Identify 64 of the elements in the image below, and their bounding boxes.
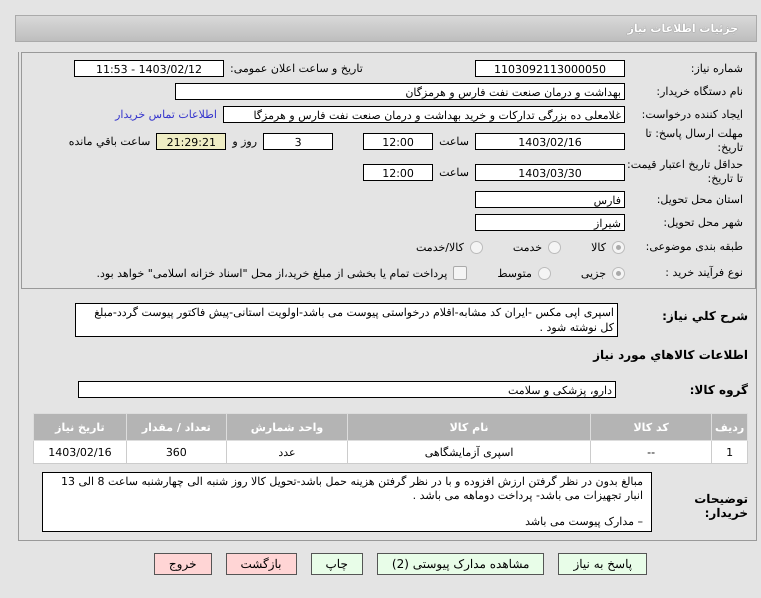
notes-label: توضیحات خریدار:: [693, 491, 749, 520]
goods-group-field: دارو، پزشکی و سلامت: [78, 381, 616, 398]
action-button[interactable]: چاپ: [310, 553, 363, 575]
table-cell: اسپری آزمایشگاهی: [348, 440, 590, 464]
announce-date-field: 1403/02/12 - 11:53: [74, 60, 224, 77]
column-header: کد کالا: [590, 414, 712, 440]
checkbox[interactable]: [453, 266, 468, 280]
action-button[interactable]: مشاهده مدارک پیوستی (2): [376, 553, 544, 575]
buyer-name-field: بهداشت و درمان صنعت نفت فارس و هرمزگان: [175, 83, 625, 100]
notes-text-area[interactable]: مبالغ بدون در نظر گرفتن ارزش افزوده و با در نظر گرفتن هزینه حمل باشد-تحویل کالا روز شنبه الی چهارشنبه ساعت 8 الی 13 انبار تجهیزات می باشد- پرداخت دوماهه می باشد . – مدارک پیوست می باشد: [42, 472, 652, 532]
table-cell: عدد: [226, 440, 348, 464]
buyer-contact-link[interactable]: اطلاعات تماس خریدار: [115, 108, 223, 121]
section-title: اطلاعات کالاهاي مورد نیاز: [593, 348, 749, 362]
radio-label: جزیی: [580, 266, 606, 280]
countdown-field: 21:29:21: [156, 132, 226, 150]
province-field: فارس: [475, 191, 625, 208]
creator-field: غلامعلی ده بزرگی تدارکات و خرید بهداشت و درمان صنعت نفت فارس و هرمزگا: [223, 106, 625, 123]
field-label: شماره نیاز:: [690, 62, 744, 76]
radio-label: خدمت: [512, 240, 542, 254]
summary-label: شرح کلي نیاز:: [661, 308, 749, 323]
table-cell: 1: [712, 440, 748, 464]
field-label: مهلت ارسال پاسخ: تا تاریخ:: [644, 127, 744, 155]
radio-label: متوسط: [497, 266, 532, 280]
table-cell: 1403/02/16: [34, 440, 126, 464]
field-label: نام دستگاه خریدار:: [655, 84, 744, 98]
validity-time-field: 12:00: [363, 164, 434, 180]
field-label: ساعت باقي مانده: [68, 134, 152, 148]
field-label: ساعت: [438, 166, 470, 178]
column-header: تعداد / مقدار: [126, 414, 226, 440]
exit-button[interactable]: بازگشت: [226, 553, 296, 575]
radio-button[interactable]: [548, 240, 562, 254]
field-label: حداقل تاریخ اعتبار قیمت: تا تاریخ:: [626, 158, 744, 186]
need-number-field: 1103092113000050: [475, 60, 625, 77]
field-label: نوع فرآیند خرید :: [664, 266, 744, 280]
action-button[interactable]: پاسخ به نیاز: [558, 553, 648, 575]
radio-label: کالا: [591, 240, 606, 254]
radio-button[interactable]: [538, 266, 551, 280]
field-label: تاریخ و ساعت اعلان عمومی:: [229, 62, 364, 75]
field-label: ساعت: [438, 134, 470, 148]
days-field: 3: [263, 132, 334, 150]
radio-button[interactable]: [612, 240, 625, 254]
table-cell: 360: [126, 440, 226, 464]
deadline-date-field: 1403/02/16: [475, 132, 625, 150]
field-label: طبقه بندی موضوعی:: [644, 240, 744, 254]
field-label: روز و: [230, 134, 258, 148]
field-label: شهر محل تحویل:: [662, 216, 744, 230]
column-header: نام کالا: [348, 414, 590, 440]
column-header: تاریخ نیاز: [34, 414, 126, 440]
field-label: استان محل تحویل:: [656, 192, 744, 206]
validity-date-field: 1403/03/30: [475, 164, 625, 180]
deadline-time-field: 12:00: [363, 132, 434, 150]
column-header: ردیف: [712, 414, 748, 440]
column-header: واحد شمارش: [226, 414, 348, 440]
radio-button[interactable]: [470, 240, 483, 254]
checkbox-label: پرداخت تمام یا بخشی از مبلغ خرید،از محل "اسناد خزانه اسلامی" خواهد بود.: [96, 266, 448, 280]
summary-text-area[interactable]: اسپری اپی مکس -ایران کد مشابه-اقلام درخواستی پیوست می باشد-اولویت استانی-پیش فاکتور پیوست گردد-مبلغ کل نوشته شود .: [75, 303, 618, 337]
exit-button[interactable]: خروج: [154, 553, 212, 575]
city-field: شیراز: [475, 214, 625, 231]
radio-button[interactable]: [612, 266, 625, 280]
table-cell: --: [590, 440, 712, 464]
goods-group-label: گروه کالا:: [688, 382, 749, 396]
field-label: ایجاد کننده درخواست:: [640, 108, 744, 122]
page-title: جزئیات اطلاعات نیاز: [628, 22, 738, 35]
radio-label: کالا/خدمت: [416, 240, 464, 254]
